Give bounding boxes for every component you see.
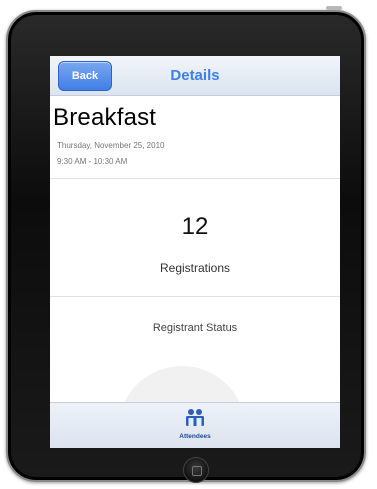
tab-attendees[interactable]: Attendees: [165, 406, 225, 446]
sleep-button: [326, 6, 342, 10]
divider: [50, 178, 340, 179]
event-title: Breakfast: [53, 104, 157, 131]
registrations-count: 12: [181, 213, 209, 240]
event-time: 9:30 AM - 10:30 AM: [57, 157, 128, 166]
attendees-icon: [186, 409, 204, 426]
tab-bar: Attendees: [50, 402, 340, 448]
registrations-label: Registrations: [159, 261, 231, 275]
navigation-bar: Back Details: [50, 56, 340, 96]
registrant-status-label: Registrant Status: [152, 322, 238, 334]
tab-attendees-label: Attendees: [179, 433, 211, 440]
nav-title: Details: [170, 67, 220, 84]
app-screen: Back Details Breakfast Thursday, Novembe…: [50, 56, 340, 448]
event-date: Thursday, November 25, 2010: [57, 141, 165, 150]
divider: [50, 296, 340, 297]
home-button[interactable]: [183, 457, 209, 483]
